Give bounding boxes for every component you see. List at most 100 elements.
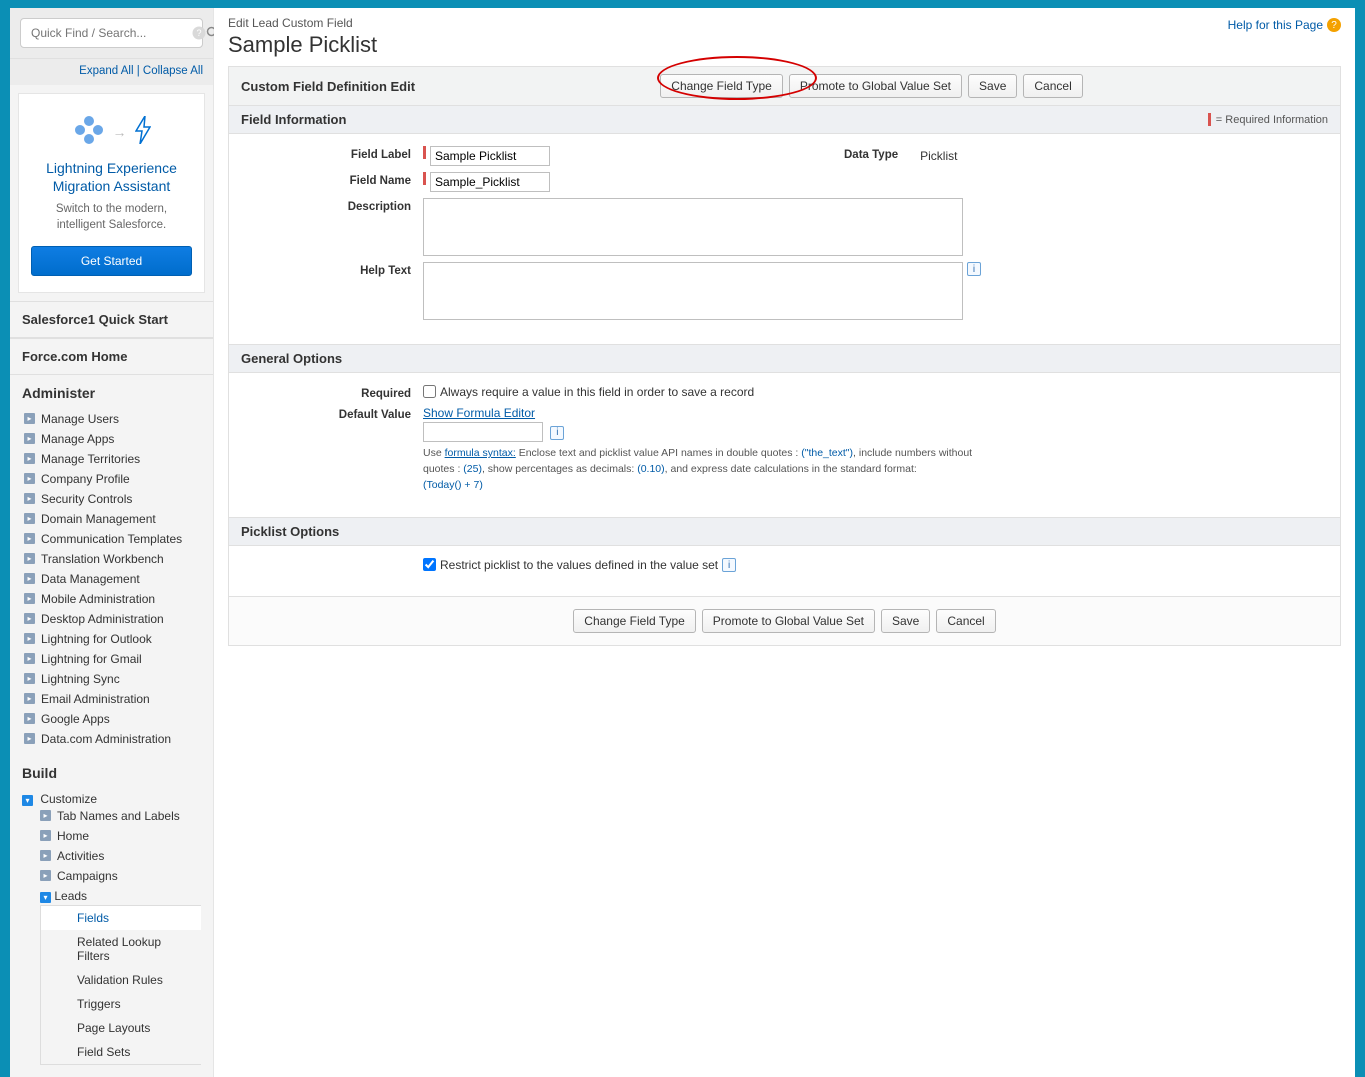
description-textarea[interactable] (423, 198, 963, 256)
sidebar-item[interactable]: ▸Home (40, 826, 201, 846)
sidebar-leaf-item[interactable]: Field Sets (41, 1040, 201, 1064)
default-value-input[interactable] (423, 422, 543, 442)
expand-icon: ▸ (24, 533, 35, 544)
sidebar-item[interactable]: ▸Communication Templates (22, 529, 201, 549)
sidebar-item[interactable]: ▸Activities (40, 846, 201, 866)
svg-text:?: ? (196, 28, 201, 38)
required-label: Required (243, 385, 423, 400)
field-name-input[interactable] (430, 172, 550, 192)
field-name-label: Field Name (243, 172, 423, 192)
general-options-form: Required Always require a value in this … (228, 373, 1341, 518)
info-icon[interactable]: i (722, 558, 736, 572)
expand-icon: ▸ (24, 493, 35, 504)
expand-icon: ▸ (24, 513, 35, 524)
save-button-bottom[interactable]: Save (881, 609, 930, 633)
general-options-title: General Options (241, 351, 342, 366)
picklist-options-title: Picklist Options (241, 524, 339, 539)
sidebar-item[interactable]: ▸Data.com Administration (22, 729, 201, 749)
show-formula-link[interactable]: Show Formula Editor (423, 406, 535, 420)
info-icon[interactable]: i (550, 426, 564, 440)
promote-global-button-bottom[interactable]: Promote to Global Value Set (702, 609, 875, 633)
default-value-hint: Use formula syntax: Enclose text and pic… (423, 446, 983, 493)
sidebar-item[interactable]: ▸Google Apps (22, 709, 201, 729)
cancel-button[interactable]: Cancel (1023, 74, 1082, 98)
expand-icon: ▸ (24, 633, 35, 644)
sidebar-item[interactable]: ▸Manage Apps (22, 429, 201, 449)
help-link[interactable]: Help for this Page ? (1228, 18, 1341, 32)
sidebar-item[interactable]: ▸Security Controls (22, 489, 201, 509)
sidebar-item[interactable]: ▸Tab Names and Labels (40, 806, 201, 826)
info-icon[interactable]: i (967, 262, 981, 276)
expand-icon: ▸ (24, 413, 35, 424)
sidebar-item[interactable]: ▸Manage Users (22, 409, 201, 429)
expand-icon: ▸ (40, 810, 51, 821)
bolt-icon (135, 116, 151, 147)
picklist-options-form: Restrict picklist to the values defined … (228, 546, 1341, 597)
sidebar-force-home[interactable]: Force.com Home (10, 338, 213, 375)
expand-icon: ▸ (24, 473, 35, 484)
promo-title: Lightning Experience Migration Assistant (31, 159, 192, 195)
arrow-icon: → (113, 124, 127, 140)
search-box: ? (20, 18, 203, 48)
required-legend: = Required Information (1208, 113, 1328, 126)
sidebar-leaf-item[interactable]: Triggers (41, 992, 201, 1016)
sidebar-item[interactable]: ▸Domain Management (22, 509, 201, 529)
get-started-button[interactable]: Get Started (31, 246, 192, 276)
promo-subtitle: Switch to the modern, intelligent Salesf… (31, 201, 192, 233)
formula-syntax-link[interactable]: formula syntax: (445, 447, 516, 459)
sidebar-leaf-item[interactable]: Fields (41, 906, 201, 930)
administer-title: Administer (22, 385, 201, 401)
sidebar-item[interactable]: ▸Email Administration (22, 689, 201, 709)
sidebar-leaf-item[interactable]: Page Layouts (41, 1016, 201, 1040)
collapse-icon: ▾ (22, 795, 33, 806)
field-info-form: Field Label Data Type Picklist Field Nam… (228, 134, 1341, 345)
help-text-textarea[interactable] (423, 262, 963, 320)
sidebar-item[interactable]: ▸Translation Workbench (22, 549, 201, 569)
save-button[interactable]: Save (968, 74, 1017, 98)
expand-icon: ▸ (24, 573, 35, 584)
sidebar-item[interactable]: ▸Campaigns (40, 866, 201, 886)
general-options-section-bar: General Options (228, 345, 1341, 373)
sidebar-item[interactable]: ▸Lightning Sync (22, 669, 201, 689)
sidebar-item[interactable]: ▸Lightning for Outlook (22, 629, 201, 649)
data-type-value: Picklist (920, 146, 957, 163)
promote-global-button[interactable]: Promote to Global Value Set (789, 74, 962, 98)
default-value-label: Default Value (243, 406, 423, 493)
sidebar-quick-start[interactable]: Salesforce1 Quick Start (10, 301, 213, 338)
expand-icon: ▸ (24, 693, 35, 704)
field-label-input[interactable] (430, 146, 550, 166)
sidebar-item-leads[interactable]: ▾ LeadsFieldsRelated Lookup FiltersValid… (40, 886, 201, 1068)
expand-collapse-links: Expand All | Collapse All (10, 59, 213, 85)
expand-icon: ▸ (40, 830, 51, 841)
sidebar: ? Expand All | Collapse All → Lightning … (10, 8, 214, 1077)
flower-icon (73, 114, 105, 149)
expand-icon: ▸ (24, 453, 35, 464)
panel-header-title: Custom Field Definition Edit (241, 79, 415, 94)
change-field-type-button[interactable]: Change Field Type (660, 74, 783, 98)
expand-icon: ▸ (24, 433, 35, 444)
data-type-label: Data Type (844, 146, 898, 161)
cancel-button-bottom[interactable]: Cancel (936, 609, 995, 633)
sidebar-leaf-item[interactable]: Related Lookup Filters (41, 930, 201, 968)
restrict-checkbox[interactable] (423, 558, 436, 571)
sidebar-item[interactable]: ▸Data Management (22, 569, 201, 589)
expand-icon: ▸ (40, 870, 51, 881)
sidebar-item[interactable]: ▸Lightning for Gmail (22, 649, 201, 669)
sidebar-item[interactable]: ▸Mobile Administration (22, 589, 201, 609)
customize-node[interactable]: ▾ Customize ▸Tab Names and Labels▸Home▸A… (22, 789, 201, 1071)
required-checkbox[interactable] (423, 385, 436, 398)
clear-icon[interactable]: ? (192, 24, 206, 42)
sidebar-item[interactable]: ▸Desktop Administration (22, 609, 201, 629)
collapse-all-link[interactable]: Collapse All (143, 65, 203, 77)
sidebar-item[interactable]: ▸Manage Territories (22, 449, 201, 469)
breadcrumb: Edit Lead Custom Field (228, 16, 1341, 30)
administer-section: Administer ▸Manage Users▸Manage Apps▸Man… (10, 375, 213, 755)
page-title: Sample Picklist (228, 32, 1341, 58)
sidebar-leaf-item[interactable]: Validation Rules (41, 968, 201, 992)
expand-all-link[interactable]: Expand All (79, 65, 133, 77)
change-field-type-button-bottom[interactable]: Change Field Type (573, 609, 696, 633)
sidebar-item[interactable]: ▸Company Profile (22, 469, 201, 489)
help-icon: ? (1327, 18, 1341, 32)
search-input[interactable] (25, 22, 192, 44)
expand-icon: ▸ (24, 713, 35, 724)
